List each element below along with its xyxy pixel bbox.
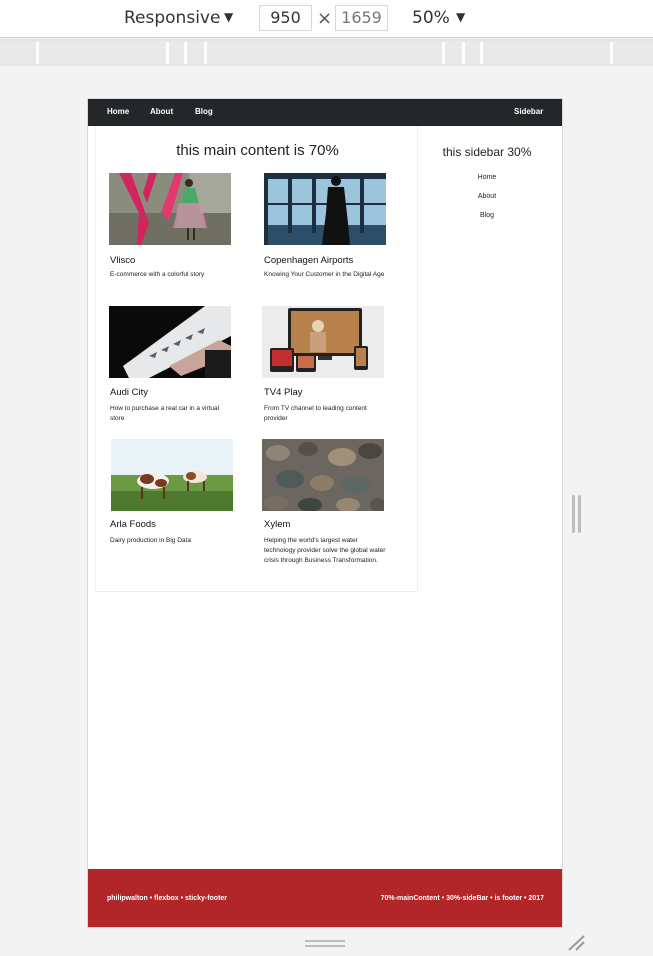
card-title[interactable]: Audi City [110,387,148,398]
media-query-segment[interactable] [0,42,36,64]
card-title[interactable]: Copenhagen Airports [264,255,353,266]
card-description: Knowing Your Customer in the Digital Age [264,271,385,278]
sidebar-link-about[interactable]: About [435,193,539,200]
media-query-segment[interactable] [610,42,653,64]
media-query-segment[interactable] [166,42,184,64]
card-title[interactable]: TV4 Play [264,387,303,398]
nav-home-link[interactable]: Home [107,107,129,116]
nav-sidebar-link[interactable]: Sidebar [514,107,543,116]
card-description: From TV channel to leading content provi… [264,405,367,422]
sidebar-title: this sidebar 30% [442,145,532,159]
card-title[interactable]: Xylem [264,519,290,530]
sidebar-link-blog[interactable]: Blog [435,212,539,219]
media-query-segment[interactable] [442,42,462,64]
card-description: Helping the world's largest water techno… [264,537,386,564]
viewport-height-input[interactable]: 1659 [335,5,388,31]
viewport-width-input[interactable]: 950 [259,5,312,31]
footer-left-text: philipwalton • flexbox • sticky-footer [107,895,228,902]
page-footer: philipwalton • flexbox • sticky-footer 7… [88,869,562,927]
device-mode-dropdown[interactable]: Responsive [124,8,220,28]
main-content-title: this main content is 70% [176,142,339,159]
card-title[interactable]: Vlisco [110,255,135,266]
copenhagen-airports-image[interactable] [264,173,386,245]
media-query-segment[interactable] [462,42,480,64]
media-query-bar [0,39,653,66]
card-description: E-commerce with a colorful story [110,271,205,278]
emulated-viewport: Home About Blog Sidebar this main conten… [87,98,563,928]
zoom-dropdown[interactable]: 50% [412,8,450,28]
card-title[interactable]: Arla Foods [110,519,156,530]
sidebar-link-home[interactable]: Home [435,174,539,181]
top-nav: Home About Blog Sidebar [88,99,562,126]
media-query-segment[interactable] [36,42,166,64]
xylem-image[interactable] [262,439,384,511]
dimension-separator: × [317,8,333,29]
vlisco-image[interactable] [109,173,231,245]
devtools-toolbar: Responsive ▼ 950 × 1659 50% ▼ [0,0,653,38]
bottom-resize-handle[interactable] [305,940,345,948]
nav-about-link[interactable]: About [150,107,173,116]
footer-right-text: 70%-mainContent • 30%-sideBar • is foote… [380,895,544,902]
right-resize-handle[interactable] [572,495,582,533]
zoom-caret-icon[interactable]: ▼ [456,10,465,24]
nav-blog-link[interactable]: Blog [195,107,213,116]
card-description: How to purchase a real car in a virtual … [110,405,220,422]
arla-foods-image[interactable] [111,439,233,511]
media-query-segment[interactable] [204,42,442,64]
device-mode-caret-icon[interactable]: ▼ [224,10,233,24]
corner-resize-handle-icon[interactable] [566,933,586,951]
tv4-play-image[interactable] [262,306,384,378]
media-query-segment[interactable] [184,42,204,64]
card-description: Dairy production in Big Data [110,537,191,544]
audi-city-image[interactable] [109,306,231,378]
media-query-segment[interactable] [480,42,610,64]
main-content: this main content is 70% Vlisco E-commer… [95,126,418,592]
